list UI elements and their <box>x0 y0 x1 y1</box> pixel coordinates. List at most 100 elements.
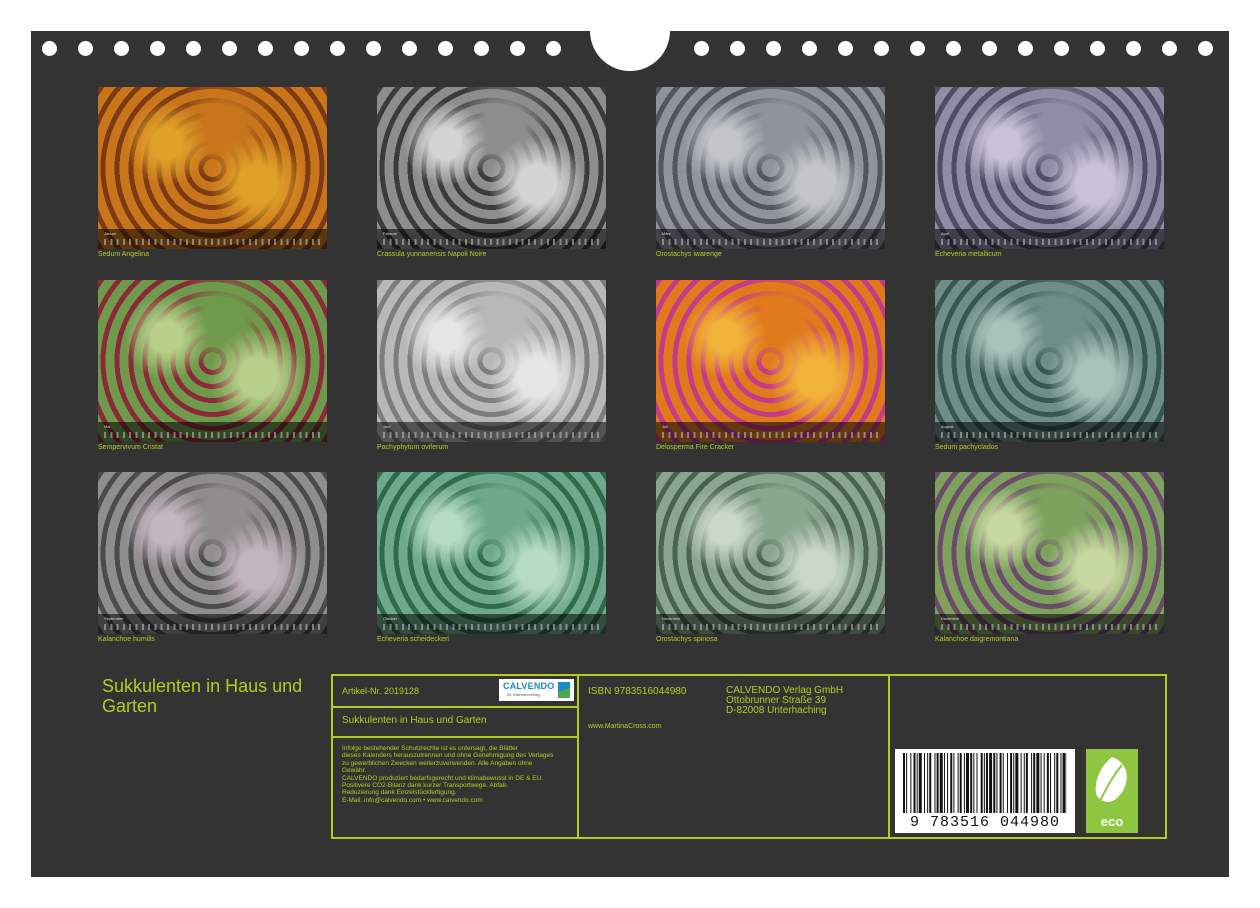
month-calendar-strip: Februar <box>377 229 606 249</box>
legal-notice: Infolge bestehender Schutzrechte ist es … <box>342 745 574 804</box>
binding-hole <box>1054 41 1069 56</box>
barcode-bar <box>1015 753 1019 813</box>
barcode-bar <box>1040 753 1042 813</box>
month-photo: August <box>935 280 1164 442</box>
barcode-bar <box>903 753 905 813</box>
binding-hole <box>946 41 961 56</box>
plant-photo <box>935 472 1164 634</box>
plant-caption: Echeveria scheideckeri <box>377 636 449 643</box>
plant-caption: Sedum pachyclados <box>935 444 999 451</box>
barcode-bar <box>957 753 959 813</box>
barcode-bar <box>1036 753 1040 813</box>
month-calendar-strip: Oktober <box>377 614 606 634</box>
binding-hole <box>510 41 525 56</box>
isbn: ISBN 9783516044980 <box>588 686 687 697</box>
month-calendar-strip: Januar <box>98 229 327 249</box>
barcode-bar <box>1010 753 1013 813</box>
month-name: September <box>104 616 124 621</box>
day-numbers <box>941 624 1160 630</box>
plant-caption: Orostachys iwarenge <box>656 251 722 258</box>
day-numbers <box>662 624 881 630</box>
day-numbers <box>383 239 602 245</box>
month-photo: Februar <box>377 87 606 249</box>
month-photo: Juli <box>656 280 885 442</box>
month-name: Februar <box>383 231 398 236</box>
barcode-bar <box>1046 753 1049 813</box>
plant-caption: Sempervivum Cristat <box>98 444 163 451</box>
month-name: April <box>941 231 950 236</box>
publisher-address: CALVENDO Verlag GmbH Ottobrunner Straße … <box>726 686 843 716</box>
month-photo: März <box>656 87 885 249</box>
barcode-bar <box>1054 753 1056 813</box>
binding-hole <box>1126 41 1141 56</box>
month-calendar-strip: August <box>935 422 1164 442</box>
month-photo: Mai <box>98 280 327 442</box>
binding-hole <box>1198 41 1213 56</box>
barcode-bar <box>947 753 949 813</box>
month-calendar-strip: September <box>98 614 327 634</box>
info-divider <box>888 676 890 837</box>
barcode-bar <box>959 753 962 813</box>
day-numbers <box>383 624 602 630</box>
plant-caption: Delosperma Fire Cracker <box>656 444 735 451</box>
month-calendar-strip: März <box>656 229 885 249</box>
month-name: Oktober <box>383 616 398 621</box>
plant-photo <box>656 472 885 634</box>
binding-hole <box>42 41 57 56</box>
barcode-bar <box>970 753 973 813</box>
barcode-bar <box>989 753 993 813</box>
legal-line: Positivere CO2-Bilanz dank kurzer Transp… <box>342 782 508 790</box>
publisher-line: D-82008 Unterhaching <box>726 705 827 716</box>
month-name: Januar <box>104 231 117 236</box>
barcode-bar <box>1002 753 1004 813</box>
plant-photo <box>377 280 606 442</box>
binding-hole <box>402 41 417 56</box>
month-photo: Oktober <box>377 472 606 634</box>
plant-photo <box>98 87 327 249</box>
logo-tagline: Ihr Kalenderverlag <box>507 692 540 697</box>
month-calendar-strip: Mai <box>98 422 327 442</box>
barcode-bars <box>903 753 1067 813</box>
logo-name: CALVENDO <box>503 681 555 691</box>
plant-photo <box>656 280 885 442</box>
eco-badge: eco <box>1086 749 1138 833</box>
barcode-bar <box>985 753 988 813</box>
day-numbers <box>941 432 1160 438</box>
month-calendar-strip: November <box>656 614 885 634</box>
logo-flag-icon <box>558 682 570 698</box>
binding-hole <box>78 41 93 56</box>
month-calendar-strip: Juni <box>377 422 606 442</box>
month-photo: Juni <box>377 280 606 442</box>
month-photo: April <box>935 87 1164 249</box>
plant-photo <box>98 472 327 634</box>
plant-photo <box>935 87 1164 249</box>
plant-caption: Echeveria metallicum <box>935 251 1002 258</box>
binding-hole <box>222 41 237 56</box>
legal-line: Gewähr. <box>342 767 367 775</box>
plant-photo <box>98 280 327 442</box>
month-photo: November <box>656 472 885 634</box>
binding-hole <box>294 41 309 56</box>
barcode-bar <box>916 753 918 813</box>
barcode-bar <box>913 753 916 813</box>
calendar-title: Sukkulenten in Haus und Garten <box>102 676 303 716</box>
binding-hole <box>1090 41 1105 56</box>
barcode-bar <box>973 753 975 813</box>
legal-line: zu gewerblichen Zwecken weiterzuverwende… <box>342 759 533 767</box>
barcode-bar <box>934 753 936 813</box>
hanger-cutout <box>590 0 670 71</box>
plant-photo <box>935 280 1164 442</box>
product-info-box: Artikel-Nr. 2019128 CALVENDO Ihr Kalende… <box>331 674 1167 839</box>
barcode-bar <box>910 753 912 813</box>
barcode-bar <box>929 753 932 813</box>
product-title: Sukkulenten in Haus und Garten <box>342 715 487 726</box>
barcode-bar <box>1062 753 1066 813</box>
month-name: Dezember <box>941 616 960 621</box>
binding-hole <box>766 41 781 56</box>
barcode-bar <box>1020 753 1022 813</box>
legal-line: Infolge bestehender Schutzrechte ist es … <box>342 745 518 752</box>
binding-hole <box>546 41 561 56</box>
day-numbers <box>662 239 881 245</box>
day-numbers <box>104 624 323 630</box>
barcode-bar <box>996 753 998 813</box>
